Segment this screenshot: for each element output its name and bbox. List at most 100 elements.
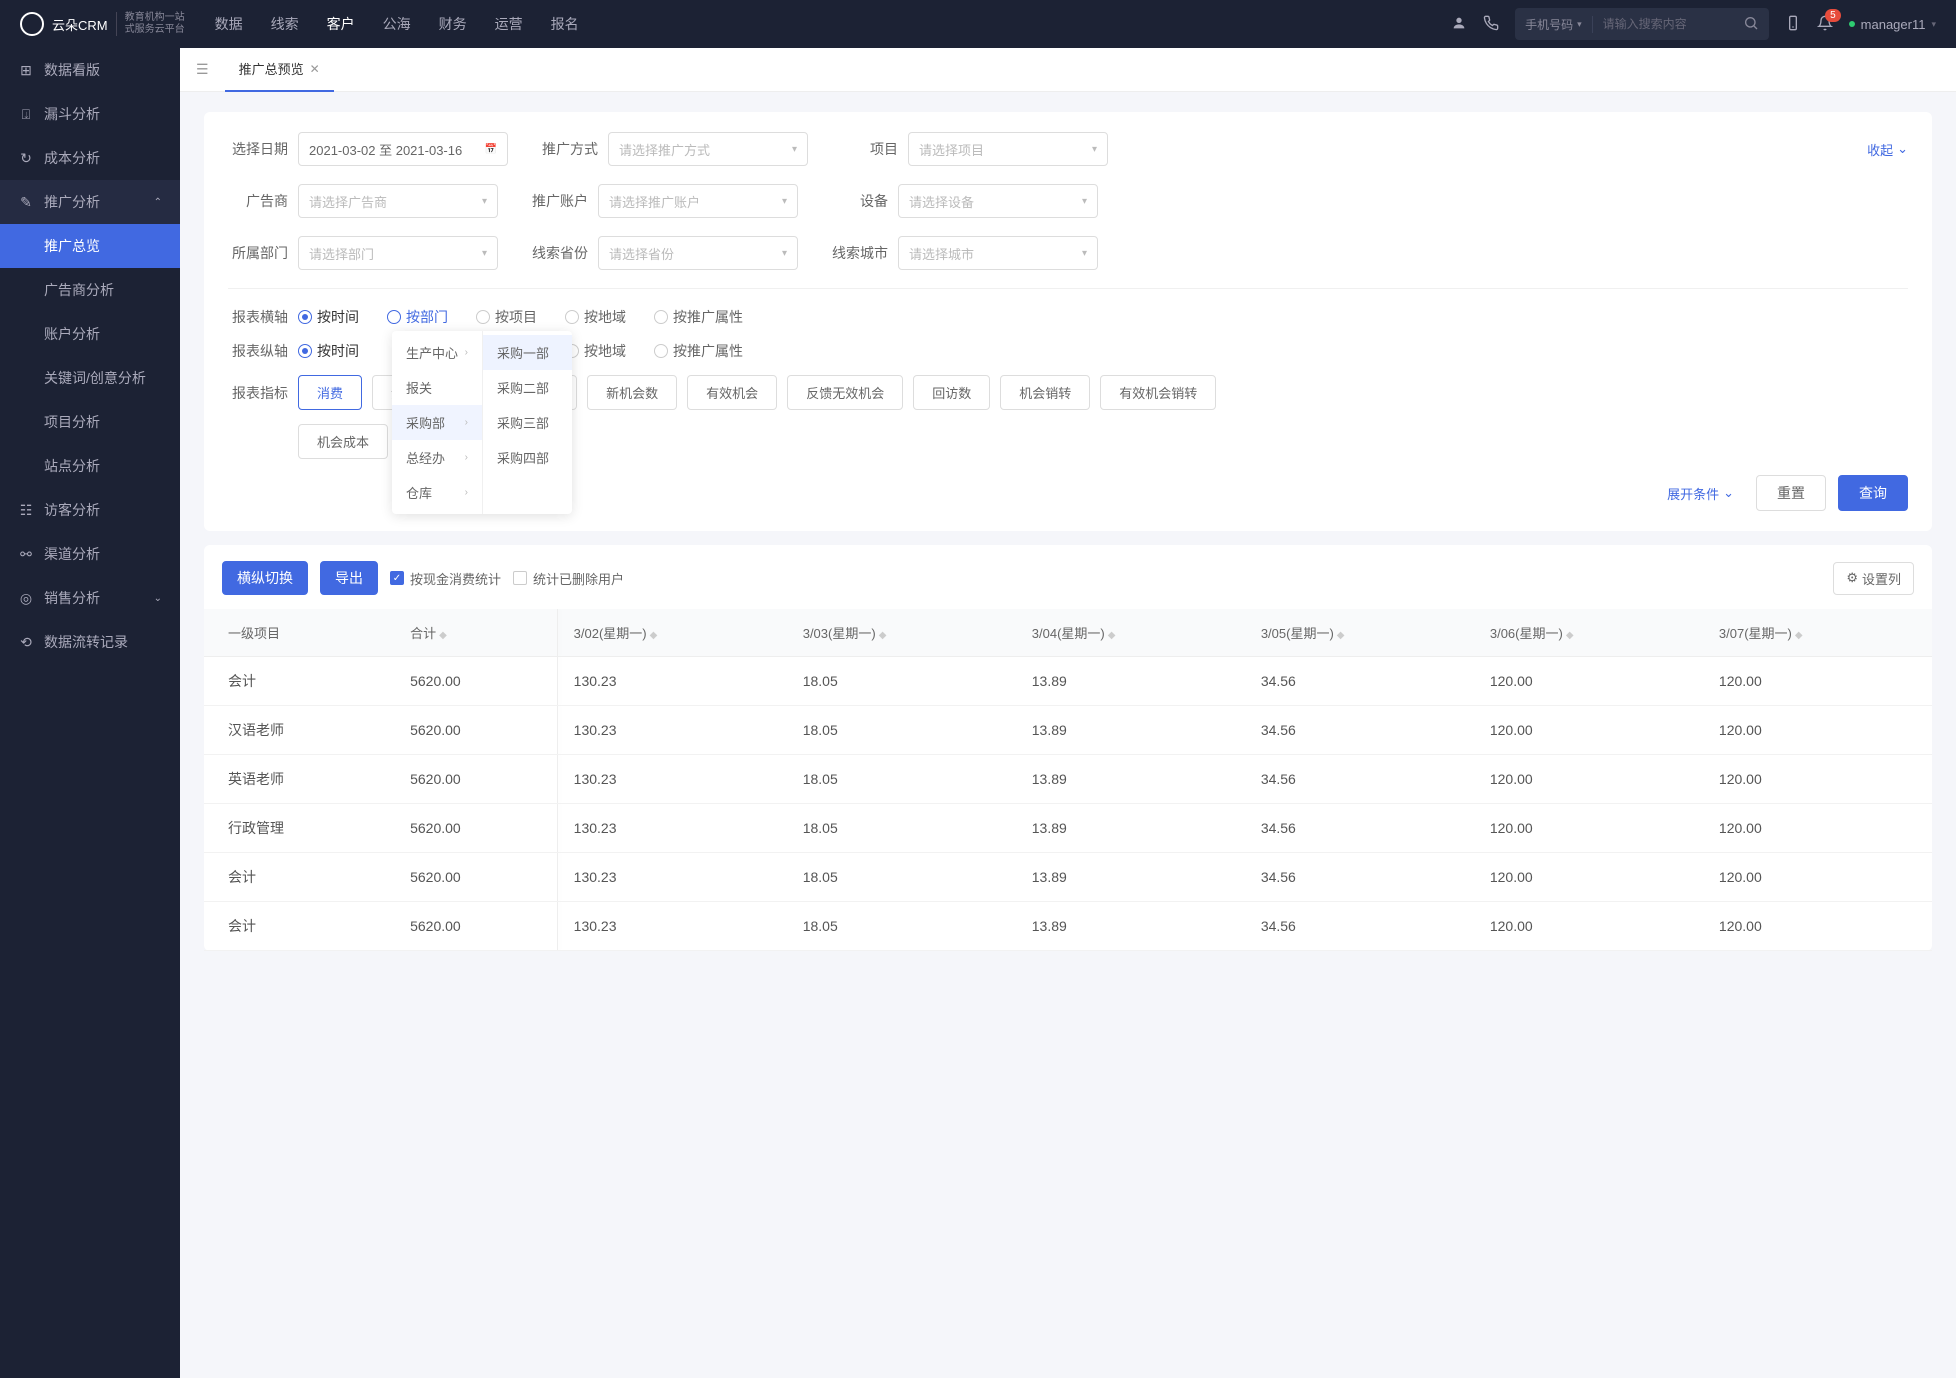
metric-invalid[interactable]: 反馈无效机会 (787, 375, 903, 410)
check-deleted[interactable]: 统计已删除用户 (513, 569, 624, 588)
menu-item-customs[interactable]: 报关 (392, 370, 482, 405)
export-button[interactable]: 导出 (320, 561, 378, 595)
data-table: 一级项目 合计◆ 3/02(星期一)◆ 3/03(星期一)◆ 3/04(星期一)… (204, 609, 1932, 951)
project-select[interactable]: 请选择项目▾ (908, 132, 1108, 166)
sidebar-item-sales[interactable]: ◎销售分析⌄ (0, 576, 180, 620)
metric-revisit[interactable]: 回访数 (913, 375, 990, 410)
user-icon[interactable] (1451, 15, 1467, 34)
account-select[interactable]: 请选择推广账户▾ (598, 184, 798, 218)
col-305[interactable]: 3/05(星期一)◆ (1245, 609, 1474, 657)
metric-new[interactable]: 新机会数 (587, 375, 677, 410)
radio-vaxis-attr[interactable]: 按推广属性 (654, 341, 743, 361)
check-cash[interactable]: 按现金消费统计 (390, 569, 501, 588)
table-cell: 5620.00 (394, 853, 558, 902)
nav-customer[interactable]: 客户 (327, 14, 355, 34)
col-total[interactable]: 合计◆ (394, 609, 558, 657)
reset-button[interactable]: 重置 (1756, 475, 1826, 511)
radio-vaxis-time[interactable]: 按时间 (298, 341, 359, 361)
nav-signup[interactable]: 报名 (551, 14, 579, 34)
sidebar-sub-overview[interactable]: 推广总览 (0, 224, 180, 268)
menu-item-warehouse[interactable]: 仓库› (392, 475, 482, 510)
bell-icon[interactable]: 5 (1817, 15, 1833, 34)
dept-select[interactable]: 请选择部门▾ (298, 236, 498, 270)
close-icon[interactable]: ✕ (310, 62, 320, 76)
table-row[interactable]: 会计5620.00130.2318.0513.8934.56120.00120.… (204, 902, 1932, 951)
menu-item-purchase1[interactable]: 采购一部 (483, 335, 572, 370)
phone-icon[interactable] (1483, 15, 1499, 34)
menu-item-purchase4[interactable]: 采购四部 (483, 440, 572, 475)
date-range-input[interactable]: 2021-03-02 至 2021-03-16📅 (298, 132, 508, 166)
city-select[interactable]: 请选择城市▾ (898, 236, 1098, 270)
advertiser-select[interactable]: 请选择广告商▾ (298, 184, 498, 218)
sort-icon: ◆ (1337, 630, 1345, 641)
table-row[interactable]: 会计5620.00130.2318.0513.8934.56120.00120.… (204, 657, 1932, 706)
sidebar-toggle[interactable]: ☰ (180, 61, 225, 78)
col-302[interactable]: 3/02(星期一)◆ (558, 609, 787, 657)
expand-conditions-link[interactable]: 展开条件 ⌄ (1667, 484, 1734, 503)
radio-haxis-project[interactable]: 按项目 (476, 307, 537, 327)
menu-item-purchase[interactable]: 采购部› (392, 405, 482, 440)
sidebar-sub-advertiser[interactable]: 广告商分析 (0, 268, 180, 312)
sidebar-sub-project[interactable]: 项目分析 (0, 400, 180, 444)
menu-item-production[interactable]: 生产中心› (392, 335, 482, 370)
nav-ops[interactable]: 运营 (495, 14, 523, 34)
nav-finance[interactable]: 财务 (439, 14, 467, 34)
table-row[interactable]: 英语老师5620.00130.2318.0513.8934.56120.0012… (204, 755, 1932, 804)
table-row[interactable]: 会计5620.00130.2318.0513.8934.56120.00120.… (204, 853, 1932, 902)
user-menu[interactable]: manager11 ▾ (1849, 17, 1936, 32)
sidebar-item-visitor[interactable]: ☷访客分析 (0, 488, 180, 532)
gear-icon: ⚙ (1846, 570, 1858, 586)
tab-overview[interactable]: 推广总预览 ✕ (225, 48, 334, 92)
menu-item-purchase2[interactable]: 采购二部 (483, 370, 572, 405)
collapse-link[interactable]: 收起 ⌄ (1867, 140, 1908, 159)
radio-vaxis-region[interactable]: 按地域 (565, 341, 626, 361)
sidebar-item-dashboard[interactable]: ⊞数据看版 (0, 48, 180, 92)
query-button[interactable]: 查询 (1838, 475, 1908, 511)
logo[interactable]: 云朵CRM 教育机构一站式服务云平台 (20, 12, 185, 36)
mobile-icon[interactable] (1785, 15, 1801, 34)
sidebar-sub-account[interactable]: 账户分析 (0, 312, 180, 356)
table-row[interactable]: 汉语老师5620.00130.2318.0513.8934.56120.0012… (204, 706, 1932, 755)
table-cell: 120.00 (1474, 657, 1703, 706)
sidebar-item-channel[interactable]: ⚯渠道分析 (0, 532, 180, 576)
col-304[interactable]: 3/04(星期一)◆ (1016, 609, 1245, 657)
nav-leads[interactable]: 线索 (271, 14, 299, 34)
radio-haxis-attr[interactable]: 按推广属性 (654, 307, 743, 327)
metric-valid[interactable]: 有效机会 (687, 375, 777, 410)
col-306[interactable]: 3/06(星期一)◆ (1474, 609, 1703, 657)
sidebar-sub-keyword[interactable]: 关键词/创意分析 (0, 356, 180, 400)
menu-item-purchase3[interactable]: 采购三部 (483, 405, 572, 440)
col-project[interactable]: 一级项目 (204, 609, 394, 657)
radio-haxis-time[interactable]: 按时间 (298, 307, 359, 327)
search-button[interactable] (1733, 15, 1769, 34)
metric-validconvert[interactable]: 有效机会销转 (1100, 375, 1216, 410)
search-input[interactable] (1593, 17, 1733, 31)
nav-data[interactable]: 数据 (215, 14, 243, 34)
column-settings-button[interactable]: ⚙设置列 (1833, 562, 1914, 595)
table-cell: 120.00 (1703, 902, 1932, 951)
col-303[interactable]: 3/03(星期一)◆ (787, 609, 1016, 657)
search-type-select[interactable]: 手机号码 ▾ (1515, 16, 1593, 33)
method-select[interactable]: 请选择推广方式▾ (608, 132, 808, 166)
metric-cost[interactable]: 机会成本 (298, 424, 388, 459)
table-cell: 120.00 (1474, 804, 1703, 853)
sidebar-item-promotion[interactable]: ✎推广分析⌃ (0, 180, 180, 224)
metric-convert[interactable]: 机会销转 (1000, 375, 1090, 410)
table-cell: 英语老师 (204, 755, 394, 804)
sidebar-item-funnel[interactable]: ⍗漏斗分析 (0, 92, 180, 136)
sidebar-item-cost[interactable]: ↻成本分析 (0, 136, 180, 180)
radio-haxis-region[interactable]: 按地域 (565, 307, 626, 327)
sidebar-sub-site[interactable]: 站点分析 (0, 444, 180, 488)
province-select[interactable]: 请选择省份▾ (598, 236, 798, 270)
toggle-axis-button[interactable]: 横纵切换 (222, 561, 308, 595)
arrow-right-icon: › (465, 452, 468, 463)
table-row[interactable]: 行政管理5620.00130.2318.0513.8934.56120.0012… (204, 804, 1932, 853)
menu-item-gm[interactable]: 总经办› (392, 440, 482, 475)
metric-consume[interactable]: 消费 (298, 375, 362, 410)
radio-haxis-dept[interactable]: 按部门 (387, 307, 448, 327)
sidebar-item-flow[interactable]: ⟲数据流转记录 (0, 620, 180, 664)
device-select[interactable]: 请选择设备▾ (898, 184, 1098, 218)
nav-sea[interactable]: 公海 (383, 14, 411, 34)
sidebar: ⊞数据看版 ⍗漏斗分析 ↻成本分析 ✎推广分析⌃ 推广总览 广告商分析 账户分析… (0, 48, 180, 1378)
col-307[interactable]: 3/07(星期一)◆ (1703, 609, 1932, 657)
